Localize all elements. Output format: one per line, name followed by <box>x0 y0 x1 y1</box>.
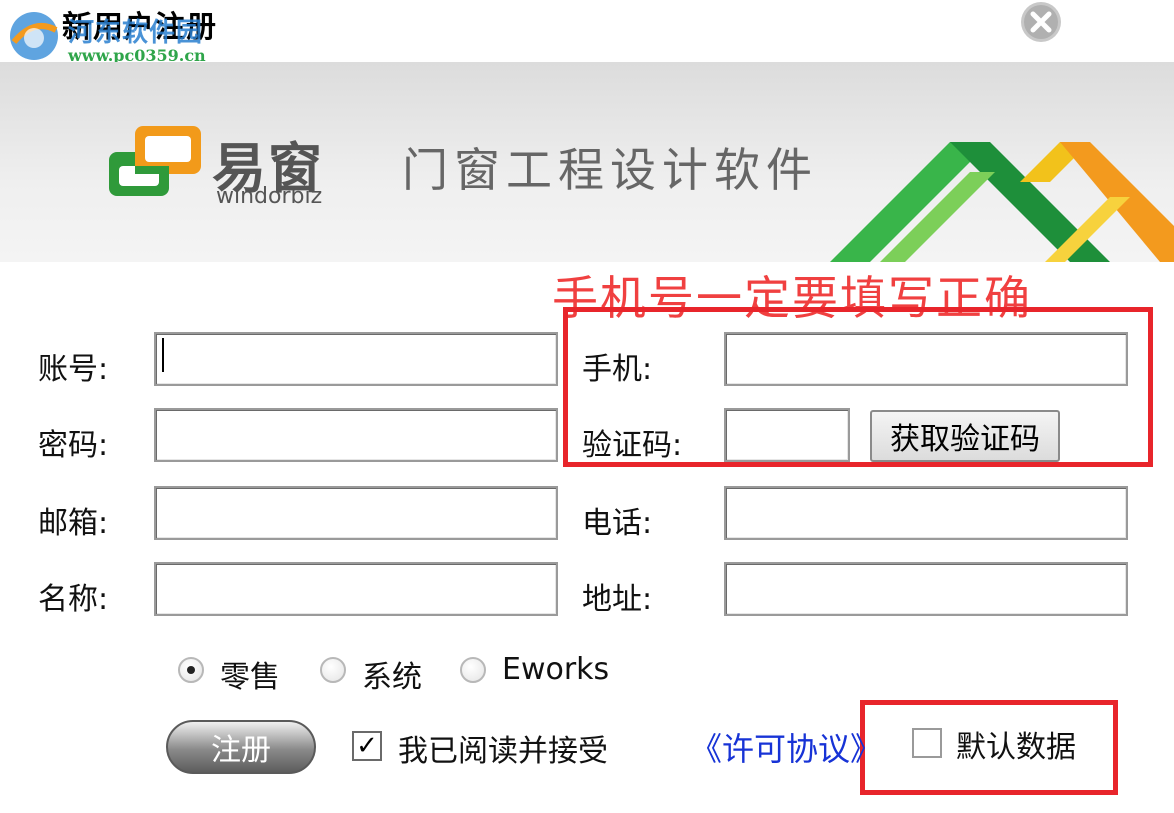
banner-roof-art-icon <box>830 142 1174 262</box>
name-label: 名称: <box>38 582 109 617</box>
default-data-label: 默认数据 <box>956 730 1076 765</box>
brand-logo-icon <box>109 126 201 196</box>
radio-system[interactable] <box>320 657 346 683</box>
close-icon[interactable] <box>1016 0 1066 46</box>
watermark-logo-icon <box>10 12 58 60</box>
product-name: 门窗工程设计软件 <box>402 143 818 197</box>
email-label: 邮箱: <box>38 506 109 541</box>
radio-system-label: 系统 <box>362 660 422 695</box>
license-link[interactable]: 《许可协议》 <box>690 724 882 770</box>
get-code-button[interactable]: 获取验证码 <box>870 410 1060 462</box>
radio-eworks-label: Eworks <box>502 652 610 687</box>
radio-selected-dot <box>187 666 195 674</box>
tel-input[interactable] <box>724 486 1128 540</box>
radio-eworks[interactable] <box>460 657 486 683</box>
address-input[interactable] <box>724 562 1128 616</box>
password-input[interactable] <box>154 408 558 462</box>
phone-input[interactable] <box>724 332 1128 386</box>
register-button[interactable]: 注册 <box>166 720 316 774</box>
address-label: 地址: <box>582 582 653 617</box>
tel-label: 电话: <box>582 506 653 541</box>
email-input[interactable] <box>154 486 558 540</box>
default-data-checkbox[interactable] <box>912 728 942 758</box>
agree-label: 我已阅读并接受 <box>398 734 608 769</box>
account-input[interactable] <box>154 332 558 386</box>
agree-checkbox[interactable]: ✓ <box>352 731 382 761</box>
name-input[interactable] <box>154 562 558 616</box>
phone-label: 手机: <box>582 352 653 387</box>
code-input[interactable] <box>724 408 850 462</box>
text-caret <box>162 338 164 372</box>
radio-retail[interactable] <box>178 657 204 683</box>
radio-retail-label: 零售 <box>220 660 280 695</box>
account-label: 账号: <box>38 352 109 387</box>
checkmark-icon: ✓ <box>356 731 378 761</box>
password-label: 密码: <box>38 428 109 463</box>
watermark-name: 河东软件园 <box>68 18 204 48</box>
brand-name-en: windorbiz <box>216 184 323 209</box>
code-label: 验证码: <box>582 428 683 463</box>
banner: 易窗 windorbiz 门窗工程设计软件 <box>0 62 1174 262</box>
